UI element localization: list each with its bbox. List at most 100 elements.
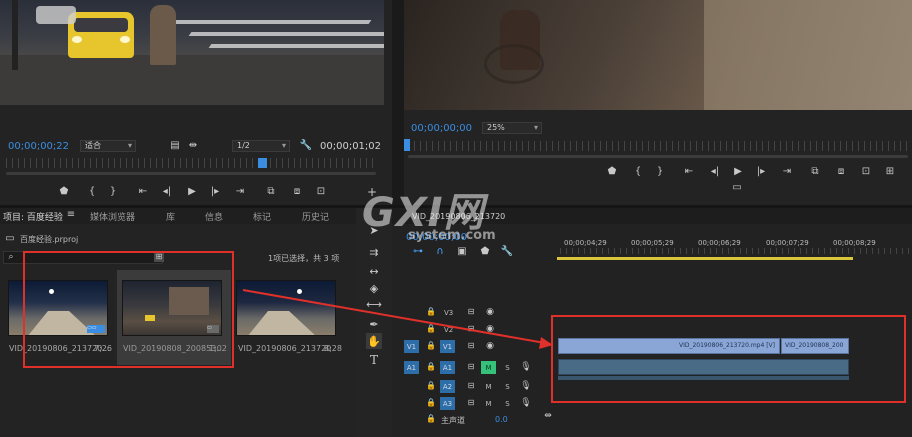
program-step-back-icon[interactable]: ◂| [708, 166, 722, 178]
pen-tool-icon[interactable]: ✒ [366, 316, 382, 332]
program-scrollbar[interactable] [408, 155, 908, 158]
wrench-icon[interactable]: 🔧 [300, 140, 312, 152]
program-go-to-in-icon[interactable]: ⇤ [682, 166, 696, 178]
v3-eye-icon[interactable]: ◉ [484, 307, 496, 317]
v2-eye-icon[interactable]: ◉ [484, 324, 496, 334]
lift-icon[interactable]: ⧉ [808, 166, 822, 178]
tab-media-browser[interactable]: 媒体浏览器 [90, 210, 135, 223]
ruler-label-2: 00;00;05;29 [631, 239, 674, 247]
selection-status: 1项已选择，共 3 项 [268, 254, 340, 263]
a1-sync-icon[interactable]: ⊟ [465, 362, 477, 372]
a2-solo-button[interactable]: S [500, 380, 515, 393]
track-v3-label: V3 [444, 309, 454, 317]
program-safe-margins-icon[interactable]: ▭ [730, 182, 744, 194]
source-resolution-dropdown[interactable]: 1/2 [232, 140, 290, 152]
v1-lock-icon[interactable]: 🔒 [426, 341, 436, 351]
a1-mute-button[interactable]: M [481, 361, 496, 374]
slip-tool-icon[interactable]: ⟷ [366, 296, 382, 312]
type-tool-icon[interactable]: T [366, 352, 382, 368]
v1-sync-icon[interactable]: ⊟ [465, 341, 477, 351]
play-icon[interactable]: ▶ [186, 186, 198, 198]
a3-solo-button[interactable]: S [500, 397, 515, 410]
tab-info[interactable]: 信息 [205, 210, 223, 223]
source-timecode[interactable]: 00;00;00;22 [8, 141, 69, 152]
a3-mic-icon[interactable]: 🎙 [520, 398, 532, 408]
program-playhead[interactable] [404, 139, 410, 151]
program-video-frame [404, 0, 912, 110]
ruler-label-5: 00;00;08;29 [833, 239, 876, 247]
tab-menu-icon[interactable]: ≡ [66, 210, 76, 220]
ripple-edit-tool-icon[interactable]: ↔ [366, 263, 382, 279]
program-monitor: 00;00;00;00 25% ⬟ { } ⇤ ◂| ▶ |▸ ⇥ ⧉ ⧈ ⊡ … [404, 0, 912, 205]
export-frame-icon[interactable]: ▤ [170, 140, 180, 152]
program-play-icon[interactable]: ▶ [732, 166, 744, 178]
tab-markers[interactable]: 标记 [253, 210, 271, 223]
source-resolution-value: 1/2 [237, 141, 250, 150]
track-a2-label[interactable]: A2 [440, 380, 455, 393]
track-a3-label[interactable]: A3 [440, 397, 455, 410]
mark-in-icon[interactable]: { [86, 186, 98, 198]
tab-project[interactable]: 项目: 百度经验 [3, 210, 63, 223]
a3-lock-icon[interactable]: 🔒 [426, 398, 436, 408]
go-to-out-icon[interactable]: ⇥ [233, 186, 247, 198]
program-camera-icon[interactable]: ⊡ [860, 166, 872, 178]
a2-mute-button[interactable]: M [481, 380, 496, 393]
source-a1-patch[interactable]: A1 [404, 361, 419, 374]
work-area-bar[interactable] [557, 257, 853, 260]
source-v1-patch[interactable]: V1 [404, 340, 419, 353]
insert-icon[interactable]: ⇹ [187, 140, 199, 152]
camera-icon[interactable]: ⊡ [315, 186, 327, 198]
program-timecode[interactable]: 00;00;00;00 [411, 123, 472, 134]
track-a1-label[interactable]: A1 [440, 361, 455, 374]
program-mark-in-icon[interactable]: { [632, 166, 644, 178]
v3-sync-icon[interactable]: ⊟ [465, 307, 477, 317]
master-lock-icon[interactable]: 🔒 [426, 414, 436, 424]
a3-sync-icon[interactable]: ⊟ [465, 398, 477, 408]
program-zoom-dropdown[interactable]: 25% [482, 122, 542, 134]
source-playhead[interactable] [258, 158, 267, 168]
project-file-name: 百度经验.prproj [20, 235, 79, 244]
program-mark-out-icon[interactable]: } [654, 166, 666, 178]
extract-icon[interactable]: ⧈ [834, 166, 848, 178]
program-zoom-value: 25% [487, 123, 505, 132]
master-track-value[interactable]: 0.0 [495, 415, 508, 424]
overwrite-clip-icon[interactable]: ⧈ [290, 186, 304, 198]
a2-sync-icon[interactable]: ⊟ [465, 381, 477, 391]
panel-divider-vertical[interactable] [392, 0, 404, 205]
v3-lock-icon[interactable]: 🔒 [426, 307, 436, 317]
program-marker-icon[interactable]: ⬟ [606, 166, 618, 178]
program-settings-icon[interactable]: ⊞ [884, 166, 896, 178]
program-ruler[interactable] [408, 141, 908, 151]
track-v1-label[interactable]: V1 [440, 340, 455, 353]
a2-lock-icon[interactable]: 🔒 [426, 381, 436, 391]
a1-solo-button[interactable]: S [500, 361, 515, 374]
a1-lock-icon[interactable]: 🔒 [426, 362, 436, 372]
step-forward-icon[interactable]: |▸ [208, 186, 222, 198]
ruler-label-1: 00;00;04;29 [564, 239, 607, 247]
source-fit-dropdown[interactable]: 适合 [80, 140, 136, 152]
a3-mute-button[interactable]: M [481, 397, 496, 410]
program-go-to-out-icon[interactable]: ⇥ [780, 166, 794, 178]
v2-lock-icon[interactable]: 🔒 [426, 324, 436, 334]
v1-eye-icon[interactable]: ◉ [484, 341, 496, 351]
hand-tool-icon[interactable]: ✋ [366, 333, 382, 349]
mark-out-icon[interactable]: } [107, 186, 119, 198]
source-marker-icon[interactable]: ⬟ [58, 186, 70, 198]
go-to-end-icon[interactable]: ⇹ [542, 411, 554, 421]
v2-sync-icon[interactable]: ⊟ [465, 324, 477, 334]
program-step-forward-icon[interactable]: |▸ [754, 166, 768, 178]
step-back-icon[interactable]: ◂| [160, 186, 174, 198]
clip-thumbnail-3[interactable] [236, 280, 336, 336]
clip-3-name: VID_20190806_213720 [238, 344, 332, 353]
a1-mic-icon[interactable]: 🎙 [520, 362, 532, 372]
tab-history[interactable]: 历史记 [302, 210, 329, 223]
source-scrollbar[interactable] [6, 172, 376, 175]
source-video-frame [0, 0, 384, 105]
razor-tool-icon[interactable]: ◈ [366, 280, 382, 296]
insert-clip-icon[interactable]: ⧉ [264, 186, 278, 198]
a2-mic-icon[interactable]: 🎙 [520, 381, 532, 391]
master-track-label: 主声道 [441, 416, 465, 425]
source-ruler[interactable] [6, 158, 376, 168]
go-to-in-icon[interactable]: ⇤ [136, 186, 150, 198]
tab-library[interactable]: 库 [166, 210, 175, 223]
